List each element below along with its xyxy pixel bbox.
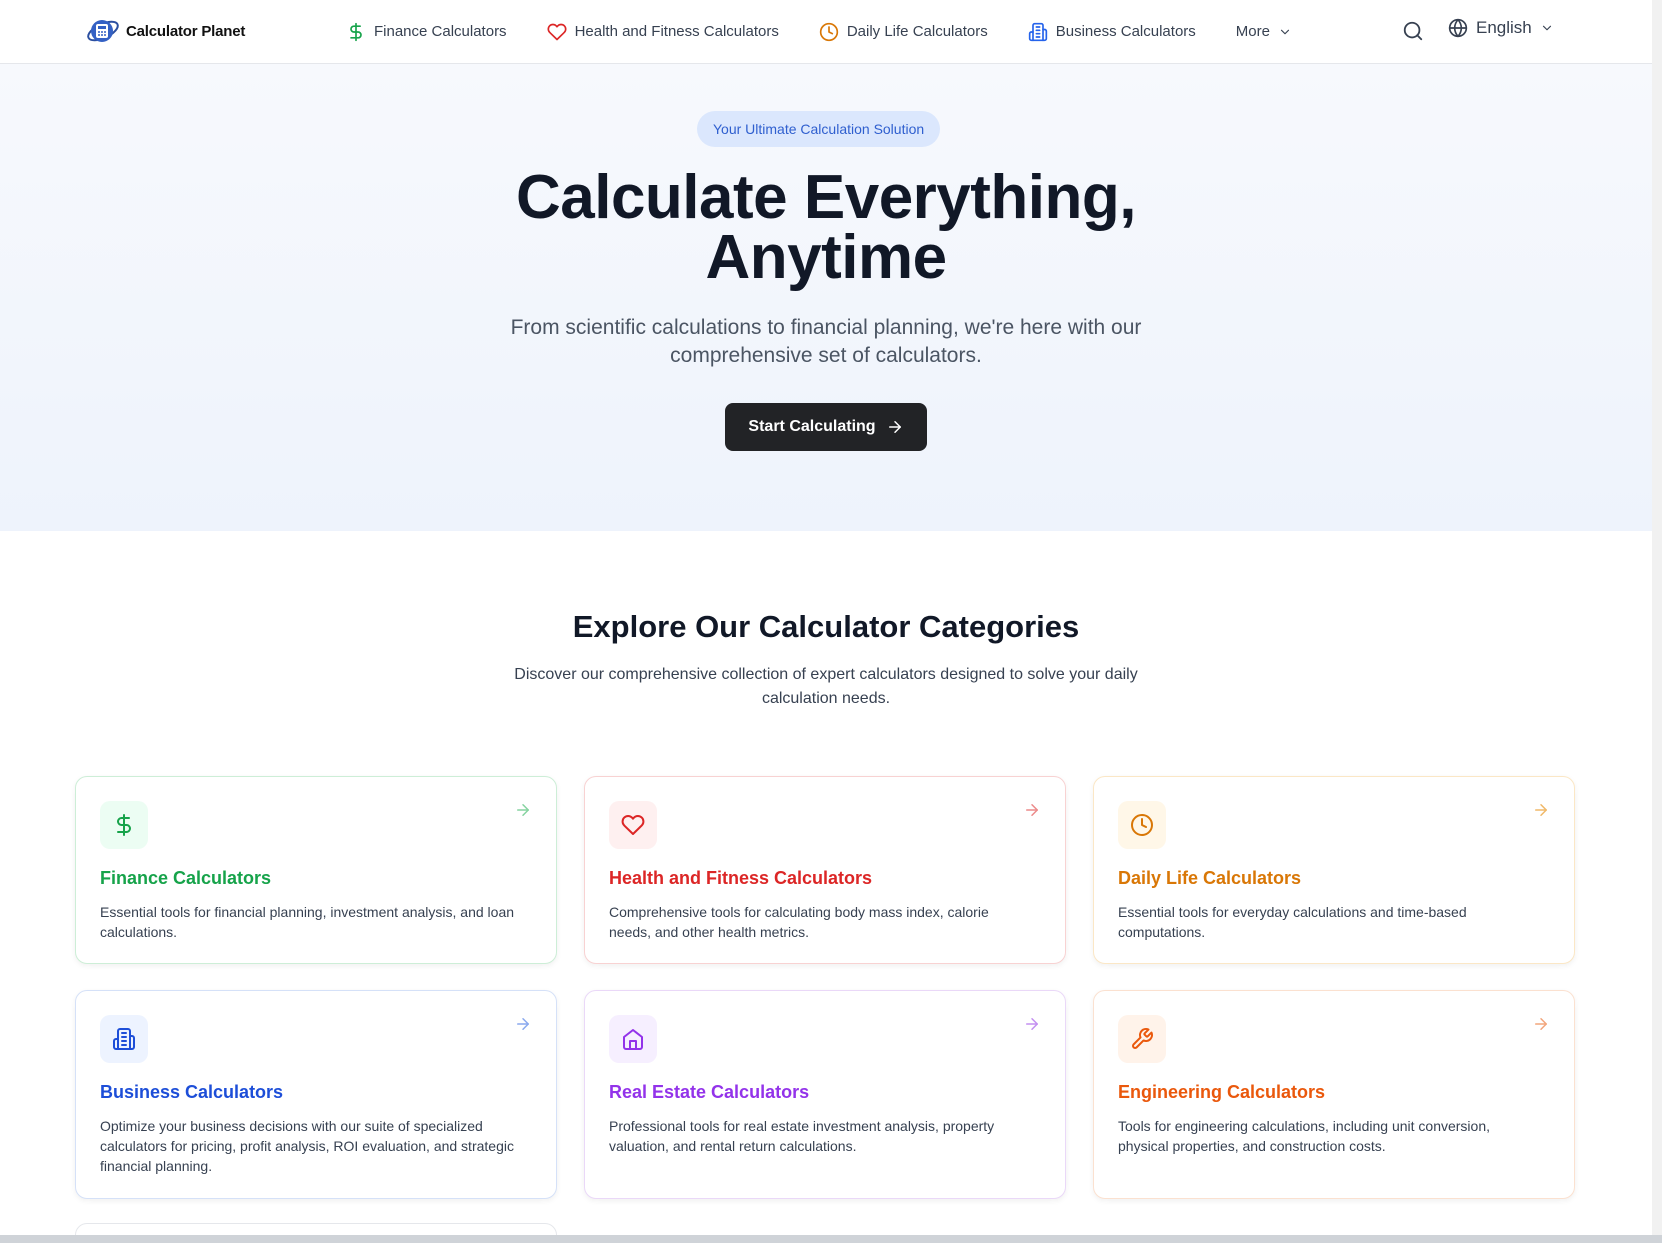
building-icon — [1028, 22, 1047, 41]
language-selector[interactable]: English — [1448, 18, 1554, 38]
language-label: English — [1476, 18, 1532, 37]
card-title: Engineering Calculators — [1118, 1082, 1326, 1102]
arrow-right-icon — [1026, 804, 1038, 816]
logo-icon — [87, 20, 119, 42]
nav-business-calculators[interactable]: Business Calculators — [1028, 22, 1196, 42]
card-description: Comprehensive tools for calculating body… — [609, 904, 989, 940]
top-navbar: Calculator Planet Finance Calculators He… — [0, 0, 1652, 64]
card-description: Optimize your business decisions with ou… — [100, 1118, 514, 1174]
nav-label: Daily Life Calculators — [846, 23, 988, 40]
cta-label: Start Calculating — [748, 418, 876, 435]
nav-health-fitness-calculators[interactable]: Health and Fitness Calculators — [547, 22, 779, 42]
card-title: Daily Life Calculators — [1118, 868, 1302, 888]
arrow-right-icon — [1535, 804, 1547, 816]
home-icon — [623, 1029, 643, 1050]
arrow-right-icon — [517, 804, 529, 816]
category-card-health-fitness[interactable]: Health and Fitness Calculators Comprehen… — [584, 776, 1066, 964]
wrench-icon — [1132, 1028, 1153, 1049]
nav-more-dropdown[interactable]: More — [1236, 23, 1292, 40]
logo-text: Calculator Planet — [126, 22, 246, 40]
category-card-business[interactable]: Business Calculators Optimize your busin… — [75, 990, 557, 1199]
nav-more-label: More — [1235, 23, 1270, 40]
card-description: Essential tools for everyday calculation… — [1118, 904, 1467, 940]
category-card-engineering[interactable]: Engineering Calculators Tools for engine… — [1093, 990, 1575, 1199]
nav-label: Business Calculators — [1055, 23, 1196, 40]
main-nav: Finance Calculators Health and Fitness C… — [346, 0, 1292, 63]
card-icon-box — [609, 801, 657, 849]
scrollbar[interactable] — [1652, 0, 1662, 1243]
card-description: Professional tools for real estate inves… — [609, 1118, 995, 1154]
globe-icon — [1448, 18, 1468, 38]
category-card-daily-life[interactable]: Daily Life Calculators Essential tools f… — [1093, 776, 1575, 964]
page: Calculator Planet Finance Calculators He… — [0, 0, 1652, 1235]
hero-title-line1: Calculate Everything, — [515, 163, 1137, 232]
nav-finance-calculators[interactable]: Finance Calculators — [346, 22, 507, 42]
card-icon-box — [1118, 801, 1166, 849]
card-description: Tools for engineering calculations, incl… — [1118, 1118, 1490, 1154]
category-card-real-estate[interactable]: Real Estate Calculators Professional too… — [584, 990, 1066, 1199]
nav-label: Health and Fitness Calculators — [574, 23, 779, 40]
logo[interactable]: Calculator Planet — [86, 16, 245, 46]
search-icon[interactable] — [1402, 20, 1424, 42]
arrow-right-icon — [888, 421, 901, 433]
card-icon-box — [1118, 1015, 1166, 1063]
categories-title: Explore Our Calculator Categories — [572, 609, 1080, 644]
hero-section: Your Ultimate Calculation Solution Calcu… — [0, 64, 1652, 531]
clock-icon — [1131, 814, 1153, 836]
nav-label: Finance Calculators — [374, 23, 507, 40]
window-bottom-edge — [0, 1235, 1662, 1243]
dollar-icon — [117, 814, 131, 836]
start-calculating-button[interactable]: Start Calculating — [725, 403, 927, 451]
heart-icon — [621, 815, 645, 835]
card-title: Business Calculators — [100, 1082, 284, 1102]
card-title: Health and Fitness Calculators — [609, 868, 873, 888]
arrow-right-icon — [517, 1018, 529, 1030]
hero-subtitle: From scientific calculations to financia… — [510, 316, 1142, 367]
card-icon-box — [609, 1015, 657, 1063]
categories-subtitle: Discover our comprehensive collection of… — [514, 666, 1138, 707]
heart-icon — [547, 23, 567, 40]
arrow-right-icon — [1026, 1018, 1038, 1030]
hero-title: Calculate Everything, Anytime — [0, 163, 1652, 292]
arrow-right-icon — [1535, 1018, 1547, 1030]
category-card-partial[interactable] — [75, 1223, 557, 1235]
hero-badge: Your Ultimate Calculation Solution — [697, 111, 941, 147]
card-description: Essential tools for financial planning, … — [100, 904, 515, 940]
nav-daily-life-calculators[interactable]: Daily Life Calculators — [819, 22, 988, 42]
clock-icon — [819, 22, 838, 41]
hero-title-line2: Anytime — [705, 223, 947, 292]
chevron-down-icon — [1280, 29, 1290, 34]
category-card-finance[interactable]: Finance Calculators Essential tools for … — [75, 776, 557, 964]
card-title: Finance Calculators — [100, 868, 272, 888]
card-icon-box — [100, 801, 148, 849]
card-title: Real Estate Calculators — [609, 1082, 810, 1102]
chevron-down-icon — [1542, 25, 1551, 31]
building-icon — [113, 1028, 135, 1050]
dollar-icon — [350, 22, 362, 41]
card-icon-box — [100, 1015, 148, 1063]
